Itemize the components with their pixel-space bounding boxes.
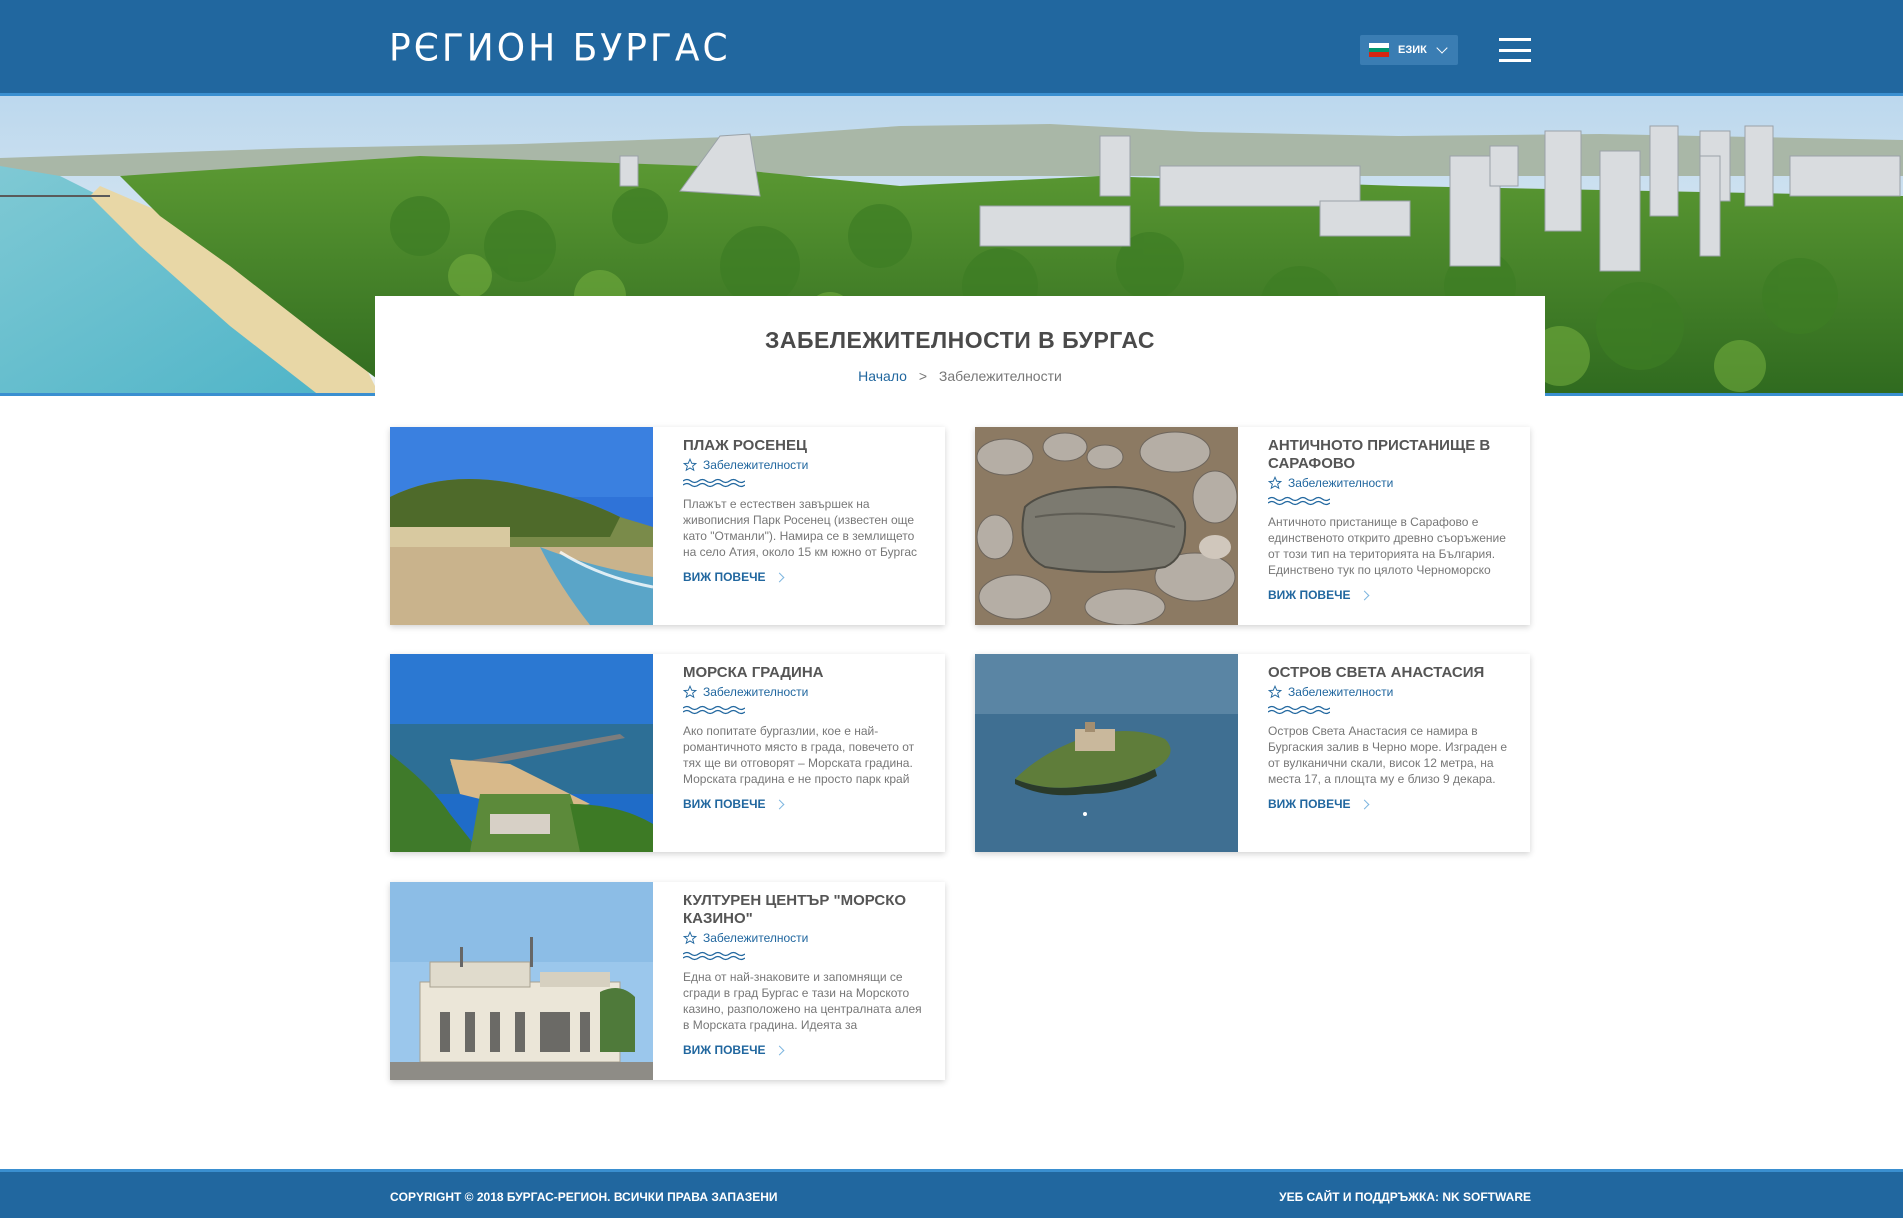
copyright-text: COPYRIGHT © 2018 БУРГАС-РЕГИОН. ВСИЧКИ П… bbox=[390, 1190, 778, 1204]
read-more-link[interactable]: ВИЖ ПОВЕЧЕ bbox=[683, 570, 928, 584]
chevron-right-icon bbox=[774, 799, 784, 809]
star-icon bbox=[683, 685, 697, 699]
attraction-card[interactable]: МОРСКА ГРАДИНА Забележителности Ако попи… bbox=[390, 654, 945, 852]
card-category-link[interactable]: Забележителности bbox=[703, 458, 808, 472]
wave-divider-icon bbox=[683, 951, 745, 961]
page-title-panel: ЗАБЕЛЕЖИТЕЛНОСТИ В БУРГАС Начало > Забел… bbox=[375, 296, 1545, 400]
card-title[interactable]: ОСТРОВ СВЕТА АНАСТАСИЯ bbox=[1268, 664, 1513, 682]
card-excerpt: Плажът е естествен завършек на живописни… bbox=[683, 497, 917, 559]
attraction-card[interactable]: ПЛАЖ РОСЕНЕЦ Забележителности Плажът е е… bbox=[390, 427, 945, 625]
card-title[interactable]: КУЛТУРЕН ЦЕНТЪР "МОРСКО КАЗИНО" bbox=[683, 892, 928, 928]
card-excerpt: Античното пристанище в Сарафово е единст… bbox=[1268, 515, 1506, 577]
attraction-card[interactable]: КУЛТУРЕН ЦЕНТЪР "МОРСКО КАЗИНО" Забележи… bbox=[390, 882, 945, 1080]
card-excerpt: Една от най-знаковите и запомнящи се сгр… bbox=[683, 970, 922, 1032]
credits-link[interactable]: УЕБ САЙТ И ПОДДРЪЖКА: NK SOFTWARE bbox=[1279, 1190, 1531, 1204]
breadcrumb-current: Забележителности bbox=[938, 368, 1062, 384]
chevron-down-icon bbox=[1436, 42, 1448, 54]
attraction-card[interactable]: ОСТРОВ СВЕТА АНАСТАСИЯ Забележителности … bbox=[975, 654, 1530, 852]
card-excerpt: Ако попитате бургазлии, кое е най-романт… bbox=[683, 724, 915, 786]
menu-icon[interactable] bbox=[1499, 38, 1531, 62]
read-more-link[interactable]: ВИЖ ПОВЕЧЕ bbox=[683, 797, 928, 811]
chevron-right-icon bbox=[1359, 590, 1369, 600]
language-selector[interactable]: ЕЗИК bbox=[1360, 35, 1458, 65]
star-icon bbox=[1268, 685, 1282, 699]
card-category-link[interactable]: Забележителности bbox=[703, 685, 808, 699]
card-category-link[interactable]: Забележителности bbox=[1288, 685, 1393, 699]
read-more-label: ВИЖ ПОВЕЧЕ bbox=[683, 797, 766, 811]
card-image[interactable] bbox=[390, 654, 653, 852]
card-image[interactable] bbox=[975, 427, 1238, 625]
read-more-label: ВИЖ ПОВЕЧЕ bbox=[683, 570, 766, 584]
wave-divider-icon bbox=[1268, 496, 1330, 506]
wave-divider-icon bbox=[683, 705, 745, 715]
bulgarian-flag-icon bbox=[1369, 43, 1389, 58]
chevron-right-icon bbox=[774, 572, 784, 582]
wave-divider-icon bbox=[683, 478, 745, 488]
star-icon bbox=[683, 458, 697, 472]
card-category-link[interactable]: Забележителности bbox=[1288, 476, 1393, 490]
language-label: ЕЗИК bbox=[1398, 44, 1427, 56]
card-excerpt: Остров Света Анастасия се намира в Бурга… bbox=[1268, 724, 1508, 786]
page-title: ЗАБЕЛЕЖИТЕЛНОСТИ В БУРГАС bbox=[764, 327, 1156, 353]
site-logo[interactable]: РЄГИОН БУРГАС bbox=[389, 27, 731, 70]
breadcrumb-home-link[interactable]: Начало bbox=[858, 368, 907, 384]
read-more-link[interactable]: ВИЖ ПОВЕЧЕ bbox=[1268, 797, 1513, 811]
read-more-label: ВИЖ ПОВЕЧЕ bbox=[1268, 797, 1351, 811]
card-category-link[interactable]: Забележителности bbox=[703, 931, 808, 945]
read-more-link[interactable]: ВИЖ ПОВЕЧЕ bbox=[1268, 588, 1513, 602]
card-title[interactable]: АНТИЧНОТО ПРИСТАНИЩЕ В САРАФОВО bbox=[1268, 437, 1513, 473]
site-footer: COPYRIGHT © 2018 БУРГАС-РЕГИОН. ВСИЧКИ П… bbox=[0, 1169, 1903, 1218]
card-title[interactable]: ПЛАЖ РОСЕНЕЦ bbox=[683, 437, 928, 455]
star-icon bbox=[1268, 476, 1282, 490]
site-header: РЄГИОН БУРГАС ЕЗИК bbox=[0, 0, 1903, 96]
card-title[interactable]: МОРСКА ГРАДИНА bbox=[683, 664, 928, 682]
chevron-right-icon bbox=[1359, 799, 1369, 809]
card-image[interactable] bbox=[390, 427, 653, 625]
attraction-card[interactable]: АНТИЧНОТО ПРИСТАНИЩЕ В САРАФОВО Забележи… bbox=[975, 427, 1530, 625]
read-more-link[interactable]: ВИЖ ПОВЕЧЕ bbox=[683, 1043, 928, 1057]
read-more-label: ВИЖ ПОВЕЧЕ bbox=[1268, 588, 1351, 602]
star-icon bbox=[683, 931, 697, 945]
breadcrumb: Начало > Забележителности bbox=[375, 368, 1545, 384]
wave-divider-icon bbox=[1268, 705, 1330, 715]
breadcrumb-separator: > bbox=[918, 368, 928, 384]
card-image[interactable] bbox=[975, 654, 1238, 852]
chevron-right-icon bbox=[774, 1045, 784, 1055]
card-image[interactable] bbox=[390, 882, 653, 1080]
read-more-label: ВИЖ ПОВЕЧЕ bbox=[683, 1043, 766, 1057]
